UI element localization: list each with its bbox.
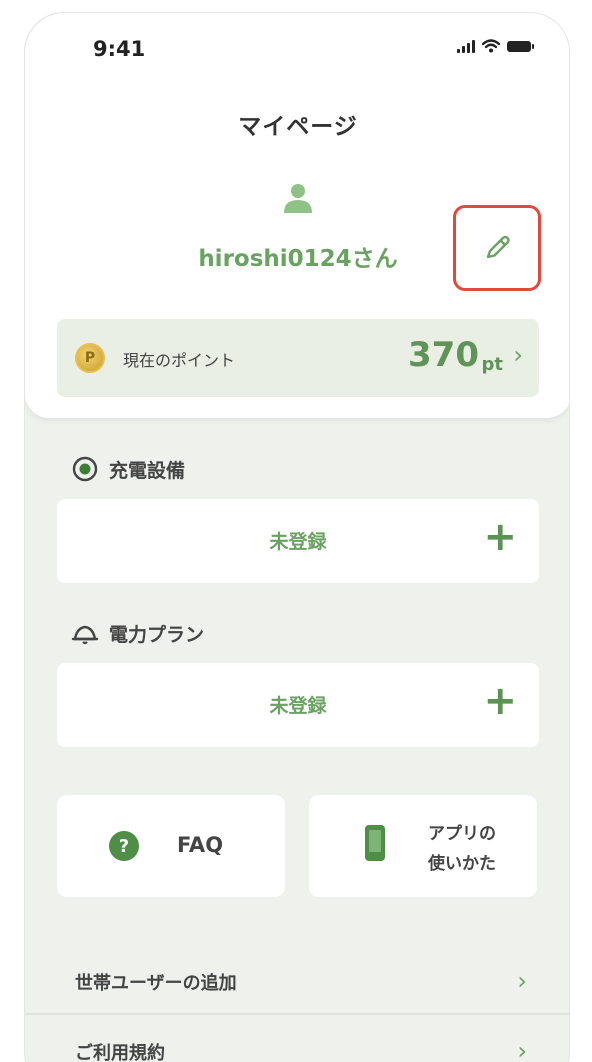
list-item-label: ご利用規約 [75,1043,165,1062]
list-item-label: 世帯ユーザーの追加 [75,973,237,994]
profile-card: 9:41 マイページ hiroshi0124さん P 現在のポイント 370 p… [25,13,569,418]
page-title: マイページ [238,114,358,140]
plan-status: 未登録 [269,695,327,717]
signal-icon [457,39,475,53]
list-item-add-household-user[interactable]: 世帯ユーザーの追加 › [25,949,569,1015]
charging-add-button[interactable]: + [483,517,517,557]
app-guide-line2: 使いかた [428,854,496,874]
phone-frame: 9:41 マイページ hiroshi0124さん P 現在のポイント 370 p… [24,12,570,1062]
user-icon [284,184,312,213]
chevron-right-icon: › [513,341,523,369]
points-label: 現在のポイント [123,351,236,370]
app-guide-line1: アプリの [428,824,496,844]
app-guide-label: アプリの 使いかた [407,819,517,879]
charger-icon [71,455,99,483]
battery-icon [507,40,534,52]
status-time: 9:41 [93,37,146,61]
list-item-terms-of-use[interactable]: ご利用規約 › [25,1019,569,1062]
plan-section-title: 電力プラン [109,623,205,646]
chevron-right-icon: › [517,967,527,995]
coin-icon: P [75,343,105,373]
charging-section-title: 充電設備 [109,459,186,482]
charging-status: 未登録 [269,531,327,553]
question-icon: ? [109,831,139,861]
list-divider [25,1013,569,1015]
wifi-icon [482,39,500,53]
plan-register-card[interactable]: 未登録 + [57,663,539,747]
charging-register-card[interactable]: 未登録 + [57,499,539,583]
faq-label: FAQ [177,833,224,857]
charging-section-header: 充電設備 [71,455,185,483]
plan-icon [71,619,99,647]
status-icons [457,39,534,53]
pencil-icon [486,235,510,259]
chevron-right-icon: › [517,1037,527,1062]
plan-add-button[interactable]: + [483,681,517,721]
points-value: 370 [408,335,479,375]
plan-section-header: 電力プラン [71,619,204,647]
app-guide-tile[interactable]: アプリの 使いかた [309,795,537,897]
faq-tile[interactable]: ? FAQ [57,795,285,897]
smartphone-icon [365,825,385,861]
edit-profile-button[interactable] [453,205,541,291]
status-bar: 9:41 [25,13,569,83]
points-card[interactable]: P 現在のポイント 370 pt › [57,319,539,397]
points-unit: pt [481,354,504,375]
